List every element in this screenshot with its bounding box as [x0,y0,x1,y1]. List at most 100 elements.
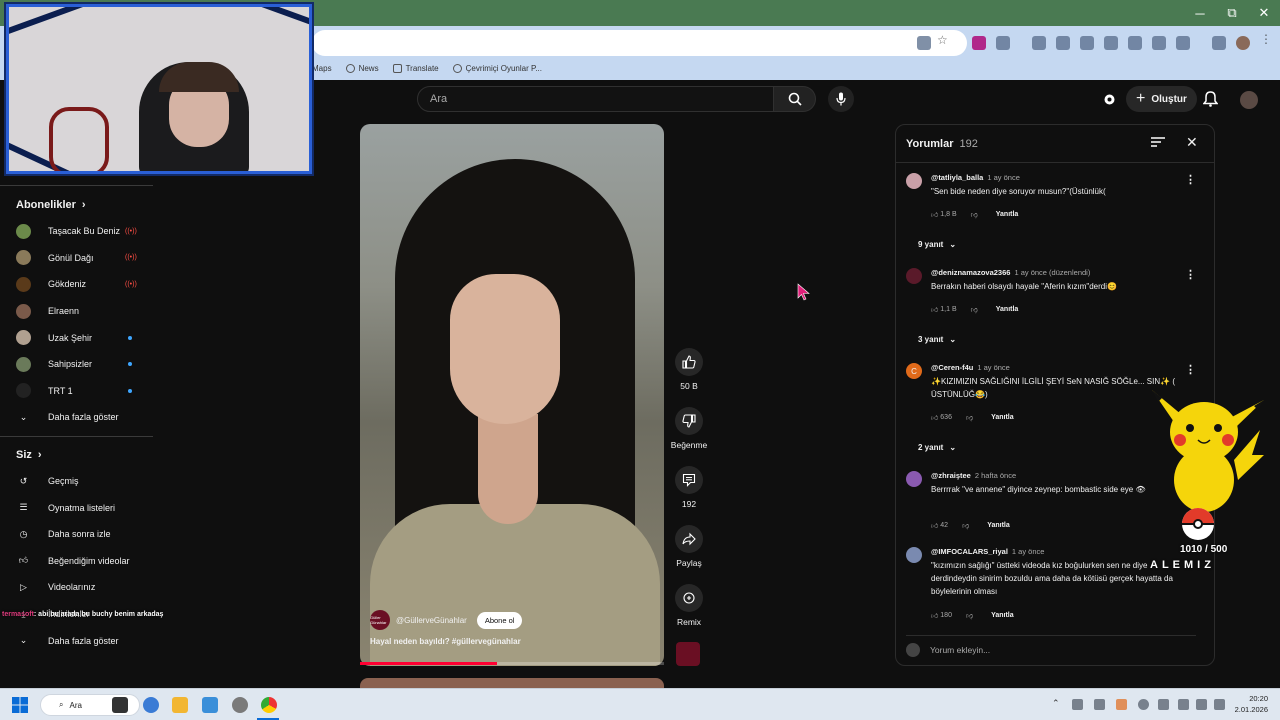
video-progress-bar[interactable] [360,662,664,665]
tray-icon[interactable] [1116,699,1127,710]
translate-icon[interactable] [1128,36,1142,50]
replies-toggle[interactable]: 2 yanıt ⌄ [918,443,956,452]
sidebar-item-channel[interactable]: Elraenn [0,298,155,325]
avatar[interactable] [906,268,922,284]
reading-list-icon[interactable] [1212,36,1226,50]
code-icon[interactable] [1176,36,1190,50]
sidebar-item-history[interactable]: ↺ Geçmiş [0,468,155,495]
restore-button[interactable]: ⧉ [1216,0,1248,26]
voice-search-button[interactable] [828,86,854,112]
replies-toggle[interactable]: 9 yanıt ⌄ [918,240,956,249]
reply-button[interactable]: Yanıtla [991,612,1014,619]
download-icon[interactable] [1080,36,1094,50]
avatar[interactable] [906,173,922,189]
mic-icon[interactable] [1158,699,1169,710]
comments-button[interactable]: 192 [668,466,710,509]
like-button[interactable]: 50 B [668,348,710,391]
replies-toggle[interactable]: 3 yanıt ⌄ [918,335,956,344]
chrome-icon[interactable] [261,697,277,713]
thumbs-down-icon[interactable]: 👎︎ [971,210,978,219]
clock[interactable]: 20:20 2.01.2026 [1235,693,1268,715]
sidebar-item-channel[interactable]: Gönül Dağı ((•)) [0,245,155,272]
extension-icon[interactable] [1032,36,1046,50]
you-header[interactable]: Siz › [0,442,155,468]
create-button[interactable]: + Oluştur [1126,86,1197,112]
address-bar[interactable] [312,30,967,56]
minimize-button[interactable]: ─ [1184,0,1216,26]
next-short-preview[interactable] [360,678,664,688]
show-more-button[interactable]: ⌄ Daha fazla göster [0,404,155,431]
bookmark-item[interactable]: Çevrimiçi Oyunlar P... [452,63,542,73]
menu-icon[interactable]: ⋮ [1260,32,1274,46]
search-button[interactable] [774,86,816,112]
install-icon[interactable] [917,36,931,50]
thumbs-up-icon[interactable]: 👍︎ [931,305,938,314]
close-icon[interactable]: ✕ [1186,134,1198,151]
profile-avatar[interactable] [1236,36,1250,50]
channel-avatar[interactable]: Güller Günahlar [370,610,390,630]
thumbs-up-icon[interactable]: 👍︎ [931,413,938,422]
windows-start-icon[interactable] [12,697,28,718]
studio-gear-icon[interactable] [1102,92,1117,107]
subscribe-button[interactable]: Abone ol [476,611,523,629]
sidebar-item-watch-later[interactable]: ◷ Daha sonra izle [0,521,155,548]
thumbs-down-icon[interactable]: 👎︎ [971,305,978,314]
battery-icon[interactable] [1214,699,1225,710]
remix-button[interactable]: Remix [668,584,710,627]
share-button[interactable]: Paylaş [668,525,710,568]
tray-icon[interactable] [1094,699,1105,710]
thumbs-down-icon[interactable]: 👎︎ [966,413,973,422]
reply-button[interactable]: Yanıtla [987,522,1010,529]
extension-icon[interactable] [1056,36,1070,50]
sound-thumbnail[interactable] [676,642,700,666]
sort-icon[interactable] [1151,136,1165,151]
thumbs-down-icon[interactable]: 👎︎ [962,521,969,530]
thumbs-up-icon[interactable]: 👍︎ [931,210,938,219]
file-explorer-icon[interactable] [172,697,188,713]
close-window-button[interactable]: ✕ [1248,0,1280,26]
sidebar-item-playlists[interactable]: ☰ Oynatma listeleri [0,494,155,521]
extension-icon[interactable] [1104,36,1118,50]
video-caption[interactable]: Hayal neden bayıldı? #güllervegünahlar [370,637,521,646]
reply-button[interactable]: Yanıtla [991,414,1014,421]
bookmark-item[interactable]: News [345,63,379,73]
reply-button[interactable]: Yanıtla [996,211,1019,218]
tray-icon[interactable] [1072,699,1083,710]
sidebar-item-channel[interactable]: Taşacak Bu Deniz ((•)) [0,218,155,245]
comment-input[interactable]: Yorum ekleyin... [906,635,1196,659]
network-icon[interactable] [1178,699,1189,710]
thumbs-up-icon[interactable]: 👍︎ [931,521,938,530]
sidebar-item-channel[interactable]: TRT 1 [0,378,155,405]
tray-icon[interactable] [1138,699,1149,710]
channel-name[interactable]: @GüllerveGünahlar [396,616,467,625]
task-view-icon[interactable] [112,697,128,713]
subscriptions-header[interactable]: Abonelikler › [0,192,155,218]
bell-icon[interactable] [1202,91,1219,112]
sidebar-item-channel[interactable]: Sahipsizler [0,351,155,378]
search-input[interactable]: Ara [417,86,774,112]
avatar[interactable] [906,471,922,487]
sidebar-item-liked[interactable]: 👍︎ Beğendiğim videolar [0,548,155,575]
bookmark-item[interactable]: Maps [312,64,332,73]
short-video-player[interactable] [360,124,664,666]
puzzle-icon[interactable] [996,36,1010,50]
avatar[interactable] [1240,91,1258,109]
bookmark-item[interactable]: Translate [392,63,439,73]
thumbs-down-icon[interactable]: 👎︎ [966,611,973,620]
settings-icon[interactable] [232,697,248,713]
dislike-button[interactable]: Beğenme [668,407,710,450]
extension-icon[interactable] [1152,36,1166,50]
avatar[interactable] [906,547,922,563]
sidebar-item-channel[interactable]: Uzak Şehir [0,324,155,351]
sidebar-item-channel[interactable]: Gökdeniz ((•)) [0,271,155,298]
extension-icon[interactable] [972,36,986,50]
sidebar-item-your-videos[interactable]: ▷ Videolarınız [0,574,155,601]
star-icon[interactable]: ☆ [937,33,951,47]
chevron-up-icon[interactable]: ⌃ [1052,698,1060,709]
volume-icon[interactable] [1196,699,1207,710]
app-icon[interactable] [202,697,218,713]
avatar[interactable]: C [906,363,922,379]
copilot-icon[interactable] [143,697,159,713]
thumbs-up-icon[interactable]: 👍︎ [931,611,938,620]
show-more-button[interactable]: ⌄ Daha fazla göster [0,627,155,654]
